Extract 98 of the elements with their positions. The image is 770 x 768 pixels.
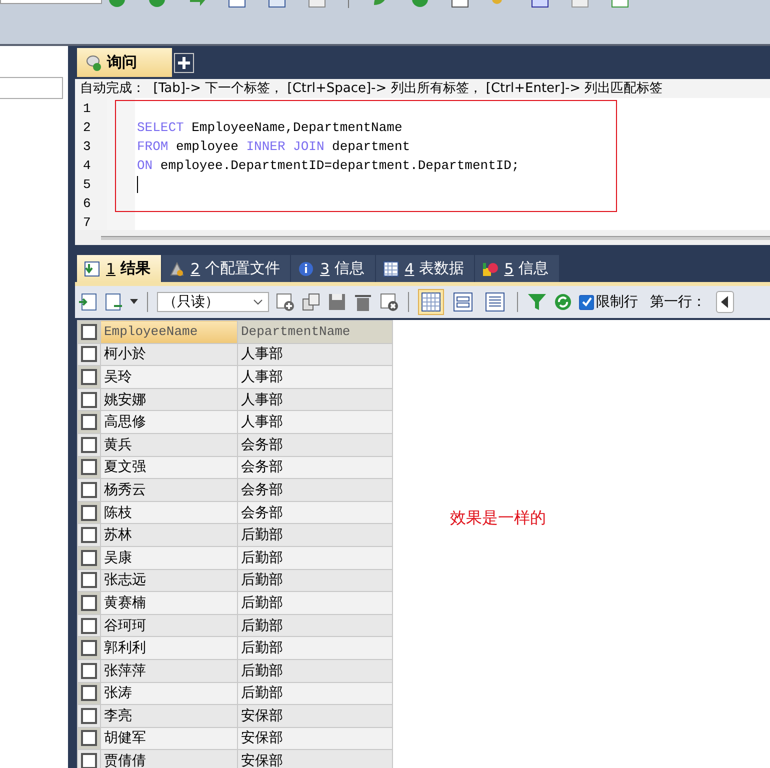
table-cell: 后勤部 (238, 636, 392, 660)
line-number: 3 (82, 138, 91, 156)
left-arrow-icon (721, 296, 729, 308)
line-number: 1 (82, 100, 91, 118)
table-cell: 人事部 (238, 410, 392, 434)
table-cell: 会务部 (238, 433, 392, 456)
table-cell: 贾倩倩 (100, 750, 238, 768)
table-cell: 黄兵 (100, 433, 238, 456)
autocomplete-hint: 自动完成： [Tab]-> 下一个标签， [Ctrl+Space]-> 列出所有标签， [Ctrl+Enter]-> 列出匹配标签 (75, 79, 770, 98)
result-tab[interactable]: 2 个配置文件 (162, 255, 290, 282)
table-cell: 后勤部 (238, 659, 392, 682)
row-checkbox[interactable] (81, 459, 97, 476)
horizontal-scrollbar[interactable] (101, 236, 770, 240)
export-icon[interactable] (104, 292, 124, 312)
table-cell: 安保部 (238, 704, 392, 728)
code-editor[interactable]: 1 2 3 4 5 6 7 SELECT EmployeeName,DepartmentName FROM employee INNER JOIN department ON employee.DepartmentID=department.DepartmentID; (75, 98, 770, 230)
line-number: 7 (82, 214, 91, 232)
line-number: 5 (82, 176, 91, 194)
row-checkbox[interactable] (81, 436, 97, 453)
table-cell: 会务部 (238, 478, 392, 502)
table-cell: 杨秀云 (100, 478, 238, 502)
refresh-icon[interactable] (553, 292, 573, 312)
line-number: 4 (82, 157, 91, 175)
delete-row-icon[interactable] (379, 292, 399, 312)
search-field[interactable] (0, 0, 102, 4)
table-cell: 张志远 (100, 569, 238, 592)
line-number: 2 (82, 119, 91, 137)
info-icon (297, 260, 316, 278)
column-header[interactable]: EmployeeName (100, 320, 238, 344)
row-checkbox[interactable] (81, 392, 97, 408)
table-cell: 张萍萍 (100, 659, 238, 682)
row-checkbox[interactable] (81, 346, 97, 362)
code-line: ON employee.DepartmentID=department.DepartmentID; (137, 157, 520, 175)
row-checkbox[interactable] (81, 572, 97, 588)
previous-button[interactable] (716, 291, 734, 313)
annotation-note: 效果是一样的 (449, 507, 546, 529)
table-cell: 黄赛楠 (100, 592, 238, 614)
row-checkbox[interactable] (81, 708, 97, 724)
profile-icon (168, 260, 186, 278)
row-checkbox[interactable] (81, 550, 97, 566)
row-checkbox[interactable] (81, 730, 97, 746)
table-cell: 后勤部 (238, 546, 392, 570)
table-cell: 姚安娜 (100, 388, 238, 411)
table-cell: 后勤部 (238, 614, 392, 637)
query-tab[interactable]: 询问 (77, 48, 172, 77)
caret-icon[interactable] (130, 299, 138, 305)
result-tab[interactable]: 4 表数据 (376, 255, 474, 282)
row-checkbox[interactable] (81, 753, 97, 768)
row-checkbox[interactable] (81, 594, 97, 611)
row-checkbox[interactable] (81, 414, 97, 430)
line-number: 6 (82, 195, 91, 213)
limit-rows-checkbox[interactable] (579, 294, 594, 310)
table-cell: 郭利利 (100, 636, 238, 660)
limit-rows-label: 限制行 (596, 293, 638, 311)
table-cell: 苏林 (100, 524, 238, 546)
filter-field[interactable] (0, 77, 63, 99)
table-cell: 人事部 (238, 343, 392, 366)
table-cell: 高思修 (100, 410, 238, 434)
row-checkbox[interactable] (81, 618, 97, 634)
table-cell: 后勤部 (238, 592, 392, 614)
table-cell: 谷珂珂 (100, 614, 238, 637)
table-cell: 李亮 (100, 704, 238, 728)
result-icon (83, 260, 101, 278)
row-checkbox[interactable] (81, 685, 97, 702)
row-checkbox[interactable] (81, 640, 97, 656)
code-line: FROM employee INNER JOIN department (137, 138, 410, 156)
table-cell: 后勤部 (238, 569, 392, 592)
trash-icon[interactable] (353, 292, 373, 312)
row-checkbox[interactable] (81, 482, 97, 498)
add-tab-button[interactable] (174, 53, 194, 73)
chevron-icon (253, 299, 263, 305)
column-header[interactable]: DepartmentName (238, 320, 392, 344)
add-row-icon[interactable] (275, 292, 295, 312)
filter-icon[interactable] (527, 292, 547, 312)
code-line: SELECT EmployeeName,DepartmentName (137, 119, 402, 137)
grid-view-button[interactable] (418, 289, 444, 315)
row-checkbox[interactable] (81, 527, 97, 544)
table-cell: 吴玲 (100, 366, 238, 388)
save-icon[interactable] (327, 292, 347, 312)
table-cell: 人事部 (238, 388, 392, 411)
copy-icon[interactable] (301, 292, 321, 312)
select-all-checkbox[interactable] (81, 324, 97, 340)
table-cell: 人事部 (238, 366, 392, 388)
row-checkbox[interactable] (81, 662, 97, 679)
table-cell: 柯小於 (100, 343, 238, 366)
row-checkbox[interactable] (81, 368, 97, 385)
mode-dropdown[interactable]: （只读） (157, 292, 269, 312)
table-cell: 后勤部 (238, 524, 392, 546)
result-tab[interactable]: 1 结果 (77, 255, 161, 282)
result-tab[interactable]: 3 信息 (291, 255, 375, 282)
query-icon (85, 54, 103, 72)
import-icon[interactable] (78, 292, 98, 312)
row-checkbox[interactable] (81, 504, 97, 521)
result-tab[interactable]: 5 信息 (475, 255, 559, 282)
first-row-label: 第一行： (650, 293, 706, 311)
table-cell: 安保部 (238, 750, 392, 768)
table-icon (382, 260, 400, 278)
table-cell: 吴康 (100, 546, 238, 570)
